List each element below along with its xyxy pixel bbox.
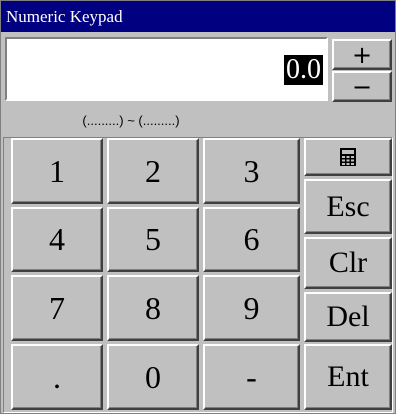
range-label: (.........) ~ (.........) bbox=[82, 113, 180, 128]
value-display[interactable]: 0.0 bbox=[5, 37, 328, 101]
calculator-icon bbox=[340, 148, 356, 166]
key-decimal[interactable]: . bbox=[11, 344, 103, 410]
key-8[interactable]: 8 bbox=[107, 275, 199, 341]
key-6[interactable]: 6 bbox=[203, 207, 300, 272]
numeric-keypad-window: Numeric Keypad 0.0 + − (.........) ~ (..… bbox=[0, 0, 396, 414]
key-2[interactable]: 2 bbox=[107, 138, 199, 204]
clear-button[interactable]: Clr bbox=[304, 237, 392, 289]
window-title: Numeric Keypad bbox=[1, 1, 395, 32]
enter-button[interactable]: Ent bbox=[304, 344, 392, 410]
key-3[interactable]: 3 bbox=[203, 138, 300, 204]
key-9[interactable]: 9 bbox=[203, 275, 300, 341]
key-5[interactable]: 5 bbox=[107, 207, 199, 272]
escape-button[interactable]: Esc bbox=[304, 179, 392, 234]
decrement-button[interactable]: − bbox=[332, 71, 392, 102]
key-minus[interactable]: - bbox=[203, 344, 300, 410]
key-1[interactable]: 1 bbox=[11, 138, 103, 204]
calculator-button[interactable] bbox=[304, 138, 392, 176]
delete-button[interactable]: Del bbox=[304, 292, 392, 342]
key-0[interactable]: 0 bbox=[107, 344, 199, 410]
increment-button[interactable]: + bbox=[332, 39, 392, 70]
key-4[interactable]: 4 bbox=[11, 207, 103, 272]
key-7[interactable]: 7 bbox=[11, 275, 103, 341]
display-value: 0.0 bbox=[284, 54, 323, 85]
